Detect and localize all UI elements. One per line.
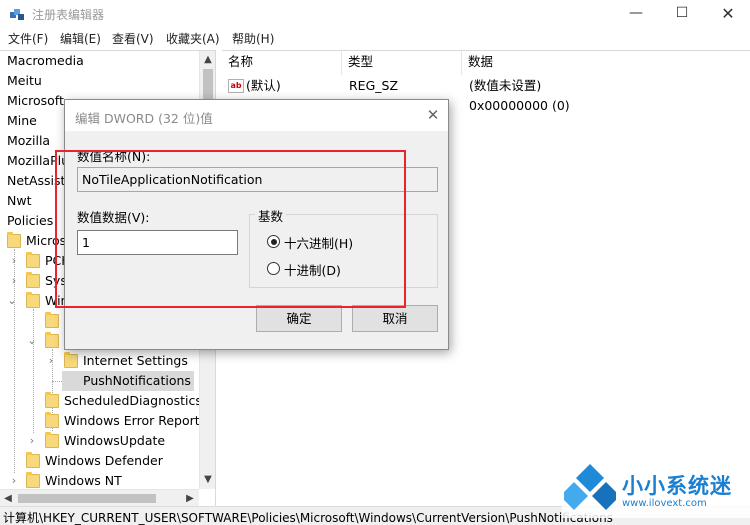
folder-icon bbox=[7, 232, 21, 248]
watermark: 小小系统迷 www.ilovext.com bbox=[562, 458, 750, 518]
menu-help[interactable]: 帮助(H) bbox=[232, 30, 274, 47]
title-bar: 注册表编辑器 — ☐ ✕ bbox=[0, 0, 750, 28]
folder-icon bbox=[26, 292, 40, 308]
tree-item[interactable]: Windows Error Reporti bbox=[64, 411, 203, 431]
tree-item[interactable]: Macromedia bbox=[7, 51, 84, 71]
tree-item[interactable]: WindowsUpdate bbox=[64, 431, 165, 451]
tree-horizontal-scrollbar[interactable]: ◀ ▶ bbox=[0, 489, 199, 506]
menu-favorites[interactable]: 收藏夹(A) bbox=[166, 30, 220, 47]
tree-item[interactable]: ScheduledDiagnostics bbox=[64, 391, 202, 411]
chevron-right-icon[interactable]: › bbox=[8, 251, 20, 271]
tree-item[interactable]: Nwt bbox=[7, 191, 31, 211]
value-data: (数值未设置) bbox=[469, 78, 542, 93]
close-button[interactable]: ✕ bbox=[705, 0, 750, 28]
menu-view[interactable]: 查看(V) bbox=[112, 30, 154, 47]
annotation-highlight-box bbox=[55, 150, 406, 308]
folder-icon bbox=[26, 252, 40, 268]
value-name[interactable]: (默认) bbox=[246, 76, 281, 96]
column-header-type[interactable]: 类型 bbox=[342, 51, 462, 75]
scroll-down-arrow-icon[interactable]: ▼ bbox=[200, 471, 215, 488]
tree-item[interactable]: Policies bbox=[7, 211, 53, 231]
menu-bar: 文件(F) 编辑(E) 查看(V) 收藏夹(A) 帮助(H) bbox=[0, 28, 750, 49]
tree-item[interactable]: Windows NT bbox=[45, 471, 122, 491]
chevron-down-icon[interactable]: ⌄ bbox=[26, 331, 38, 351]
column-header-data[interactable]: 数据 bbox=[462, 51, 750, 75]
tree-item-push-notifications[interactable]: PushNotifications bbox=[62, 371, 194, 391]
folder-icon bbox=[45, 412, 59, 428]
folder-icon bbox=[45, 332, 59, 348]
tree-item-internet-settings[interactable]: Internet Settings bbox=[83, 351, 188, 371]
chevron-down-icon[interactable]: ⌄ bbox=[6, 291, 18, 311]
scroll-thumb[interactable] bbox=[18, 494, 156, 503]
cancel-button[interactable]: 取消 bbox=[352, 305, 438, 332]
tree-item[interactable]: Microsoft bbox=[7, 91, 64, 111]
ok-button[interactable]: 确定 bbox=[256, 305, 342, 332]
dialog-close-icon[interactable]: ✕ bbox=[421, 104, 445, 126]
value-data: 0x00000000 (0) bbox=[469, 98, 570, 113]
value-type: REG_SZ bbox=[349, 78, 399, 93]
tree-item[interactable]: Mozilla bbox=[7, 131, 50, 151]
chevron-right-icon[interactable]: › bbox=[8, 271, 20, 291]
tree-item[interactable]: Meitu bbox=[7, 71, 42, 91]
regedit-app-icon bbox=[10, 9, 24, 20]
watermark-logo-icon bbox=[564, 464, 616, 510]
tree-item[interactable]: Windows Defender bbox=[45, 451, 163, 471]
folder-icon bbox=[26, 472, 40, 488]
folder-icon bbox=[26, 452, 40, 468]
menu-edit[interactable]: 编辑(E) bbox=[60, 30, 101, 47]
watermark-brand: 小小系统迷 bbox=[622, 474, 732, 498]
folder-icon bbox=[64, 352, 78, 368]
dialog-title: 编辑 DWORD (32 位)值 bbox=[75, 111, 213, 126]
menu-file[interactable]: 文件(F) bbox=[8, 30, 48, 47]
column-header-name[interactable]: 名称 bbox=[222, 51, 342, 75]
chevron-right-icon[interactable]: › bbox=[45, 351, 57, 371]
maximize-button[interactable]: ☐ bbox=[659, 0, 705, 28]
string-value-icon: ab bbox=[228, 79, 244, 93]
scroll-left-arrow-icon[interactable]: ◀ bbox=[0, 490, 16, 506]
scroll-up-arrow-icon[interactable]: ▲ bbox=[200, 51, 215, 68]
chevron-right-icon[interactable]: › bbox=[8, 471, 20, 491]
scroll-right-arrow-icon[interactable]: ▶ bbox=[182, 490, 198, 506]
folder-icon bbox=[45, 312, 59, 328]
minimize-button[interactable]: — bbox=[613, 0, 659, 28]
tree-item[interactable]: Mine bbox=[7, 111, 37, 131]
folder-icon bbox=[45, 392, 59, 408]
window-title: 注册表编辑器 bbox=[32, 8, 105, 22]
folder-icon bbox=[26, 272, 40, 288]
dialog-title-bar: 编辑 DWORD (32 位)值 ✕ bbox=[65, 100, 448, 131]
registry-path: 计算机\HKEY_CURRENT_USER\SOFTWARE\Policies\… bbox=[3, 511, 613, 525]
folder-icon bbox=[45, 432, 59, 448]
watermark-url: www.ilovext.com bbox=[622, 498, 707, 509]
chevron-right-icon[interactable]: › bbox=[26, 431, 38, 451]
